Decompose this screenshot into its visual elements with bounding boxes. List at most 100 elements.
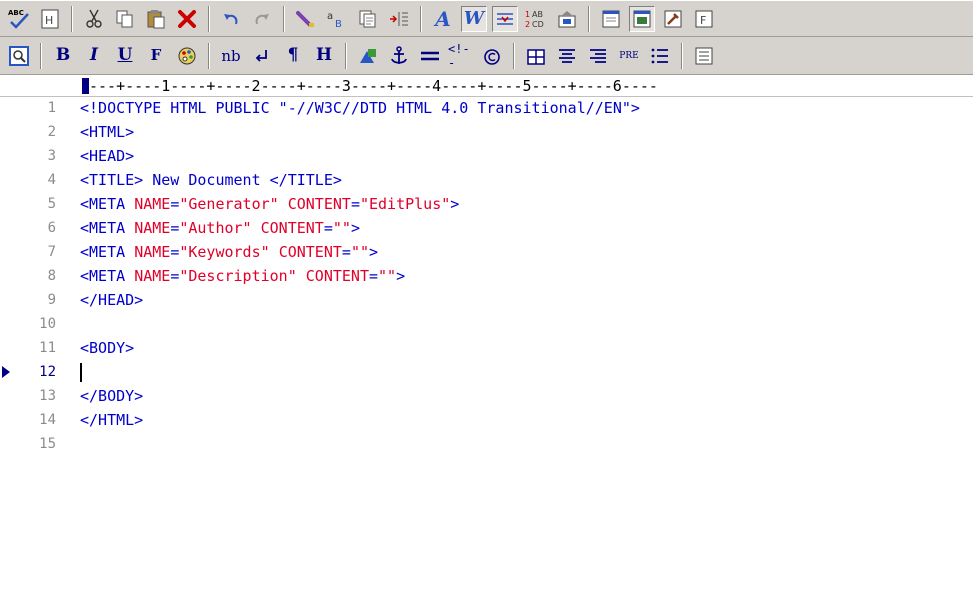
code-text: <!DOCTYPE HTML PUBLIC "-//W3C//DTD HTML … — [80, 99, 640, 117]
tag-text: = — [350, 195, 360, 213]
cut-icon[interactable] — [81, 6, 107, 32]
standard-toolbar: ABC H aB A W 1 AB 2 CD F — [0, 0, 973, 37]
pre-icon[interactable]: PRE — [616, 43, 642, 69]
horizontal-rule-icon[interactable] — [417, 43, 443, 69]
svg-text:a: a — [327, 11, 333, 22]
line-numbers-icon[interactable] — [492, 5, 518, 32]
code-line[interactable]: 5 <META NAME="Generator" CONTENT="EditPlu… — [0, 192, 973, 216]
paste-icon[interactable] — [143, 6, 169, 32]
toolbar-separator — [345, 42, 347, 69]
code-line[interactable]: 11 <BODY> — [0, 336, 973, 360]
code-line[interactable]: 3 <HEAD> — [0, 144, 973, 168]
line-number: 1 — [47, 100, 56, 116]
delete-icon[interactable] — [174, 6, 200, 32]
code-text: <TITLE> New Document </TITLE> — [80, 168, 342, 192]
tag-text — [252, 219, 261, 237]
output-window-icon[interactable] — [629, 5, 655, 32]
italic-icon[interactable]: I — [81, 43, 107, 69]
tag-text: <META — [80, 267, 135, 285]
code-line-current[interactable]: 12 — [0, 360, 973, 384]
font-icon[interactable]: A — [430, 6, 456, 32]
text-cursor — [80, 363, 82, 382]
paragraph-icon[interactable]: ¶ — [280, 43, 306, 69]
toolbar-separator — [283, 5, 285, 32]
replace-icon[interactable]: aB — [324, 6, 350, 32]
find-icon[interactable] — [293, 6, 319, 32]
line-number: 2 — [47, 124, 56, 140]
indent-icon[interactable] — [386, 6, 412, 32]
font-face-icon[interactable]: F — [143, 43, 169, 69]
tools-icon[interactable] — [660, 6, 686, 32]
attribute-name: CONTENT — [278, 243, 342, 261]
editor-area[interactable]: 1 <!DOCTYPE HTML PUBLIC "-//W3C//DTD HTML… — [0, 96, 973, 591]
code-text: <HEAD> — [80, 147, 135, 165]
attribute-name: CONTENT — [305, 267, 369, 285]
code-line[interactable]: 15 — [0, 432, 973, 456]
attribute-name: NAME — [134, 195, 171, 213]
undo-icon[interactable] — [218, 6, 244, 32]
toolbar-separator — [588, 5, 590, 32]
attribute-value: "" — [378, 267, 397, 285]
list-icon[interactable] — [647, 43, 673, 69]
code-text: </BODY> — [80, 387, 144, 405]
code-line[interactable]: 13 </BODY> — [0, 384, 973, 408]
code-line[interactable]: 1 <!DOCTYPE HTML PUBLIC "-//W3C//DTD HTML… — [0, 96, 973, 120]
toolbar-separator — [420, 5, 422, 32]
line-number: 5 — [47, 196, 56, 212]
browser-view-icon[interactable] — [598, 6, 624, 32]
code-text: <META NAME="Description" CONTENT=""> — [80, 264, 405, 288]
svg-text:ABC: ABC — [8, 9, 24, 17]
line-break-icon[interactable] — [249, 43, 275, 69]
svg-text:F: F — [700, 14, 706, 27]
preferences-icon[interactable] — [554, 6, 580, 32]
tag-text: = — [341, 243, 351, 261]
toolbar-separator — [681, 42, 683, 69]
attribute-value: "Keywords" — [179, 243, 270, 261]
code-line[interactable]: 6 <META NAME="Author" CONTENT=""> — [0, 216, 973, 240]
color-icon[interactable] — [174, 43, 200, 69]
redo-icon[interactable] — [249, 6, 275, 32]
toolbar-separator — [71, 5, 73, 32]
tag-text: > — [350, 219, 360, 237]
spell-check-icon[interactable]: ABC — [6, 6, 32, 32]
word-wrap-icon[interactable]: W — [461, 5, 487, 32]
copy-document-icon[interactable] — [355, 6, 381, 32]
copy-icon[interactable] — [112, 6, 138, 32]
tag-text — [297, 267, 306, 285]
attribute-name: CONTENT — [287, 195, 351, 213]
ruler-caret-marker — [82, 78, 89, 94]
code-line[interactable]: 10 — [0, 312, 973, 336]
heading-icon[interactable]: H — [311, 43, 337, 69]
line-number: 8 — [47, 268, 56, 284]
numbering-icon[interactable]: 1 AB 2 CD — [523, 6, 549, 32]
comment-icon[interactable]: <!-- — [448, 42, 474, 70]
center-align-icon[interactable] — [554, 43, 580, 69]
ruler-scale: ---+----1----+----2----+----3----+----4-… — [89, 77, 658, 95]
attribute-name: NAME — [134, 243, 171, 261]
cliptext-icon[interactable]: F — [691, 6, 717, 32]
preview-icon[interactable] — [6, 43, 32, 69]
code-line[interactable]: 7 <META NAME="Keywords" CONTENT=""> — [0, 240, 973, 264]
code-text: <BODY> — [80, 339, 135, 357]
code-line[interactable]: 4 <TITLE> New Document </TITLE> — [0, 168, 973, 192]
anchor-icon[interactable] — [386, 43, 412, 69]
image-icon[interactable] — [355, 43, 381, 69]
right-align-icon[interactable] — [585, 43, 611, 69]
html-toolbar-icon[interactable]: H — [37, 6, 63, 32]
more-icon[interactable] — [691, 43, 717, 69]
line-number: 6 — [47, 220, 56, 236]
code-line[interactable]: 2 <HTML> — [0, 120, 973, 144]
nbsp-icon[interactable]: nb — [218, 43, 244, 69]
svg-text:B: B — [335, 19, 342, 30]
tag-text: > — [396, 267, 406, 285]
code-line[interactable]: 14 </HTML> — [0, 408, 973, 432]
code-line[interactable]: 9 </HEAD> — [0, 288, 973, 312]
copyright-icon[interactable] — [479, 43, 505, 69]
code-text: </HTML> — [80, 411, 144, 429]
bold-icon[interactable]: B — [50, 43, 76, 69]
underline-icon[interactable]: U — [112, 43, 138, 69]
code-line[interactable]: 8 <META NAME="Description" CONTENT=""> — [0, 264, 973, 288]
attribute-value: "Generator" — [179, 195, 279, 213]
line-number: 4 — [47, 172, 56, 188]
table-icon[interactable] — [523, 43, 549, 69]
